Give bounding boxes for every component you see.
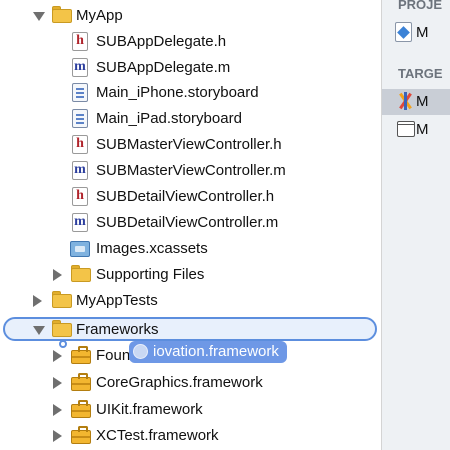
group-row-frameworks[interactable]: Frameworks <box>0 317 381 342</box>
framework-row[interactable]: UIKit.framework <box>0 397 381 422</box>
app-target-icon <box>396 92 416 110</box>
row-label: SUBMasterViewController.m <box>96 162 286 179</box>
section-heading-project: PROJE <box>398 0 443 12</box>
target-item-tests[interactable]: M <box>382 117 450 143</box>
disclosure-collapsed-icon[interactable] <box>53 350 62 362</box>
drag-label: iovation.framework <box>153 343 279 360</box>
framework-row[interactable]: CoreGraphics.framework <box>0 370 381 395</box>
file-row[interactable]: h SUBMasterViewController.h <box>0 132 381 157</box>
file-row[interactable]: m SUBAppDelegate.m <box>0 55 381 80</box>
project-file-icon <box>395 22 412 42</box>
file-row[interactable]: Main_iPhone.storyboard <box>0 80 381 105</box>
row-label: Supporting Files <box>96 266 205 283</box>
framework-icon <box>71 426 91 444</box>
folder-icon <box>52 6 72 24</box>
row-label: Images.xcassets <box>96 240 208 257</box>
row-label: SUBDetailViewController.h <box>96 188 275 205</box>
disclosure-expanded-icon[interactable] <box>33 12 45 21</box>
storyboard-file-icon <box>71 83 89 102</box>
row-label: SUBAppDelegate.h <box>96 33 227 50</box>
framework-icon <box>71 373 91 391</box>
row-label: SUBDetailViewController.m <box>96 214 279 231</box>
implementation-file-icon: m <box>71 161 89 180</box>
framework-icon <box>71 400 91 418</box>
file-row[interactable]: h SUBAppDelegate.h <box>0 29 381 54</box>
file-row[interactable]: m SUBDetailViewController.m <box>0 210 381 235</box>
target-item-app[interactable]: M <box>382 89 450 115</box>
row-label: SUBAppDelegate.m <box>96 59 231 76</box>
disclosure-collapsed-icon[interactable] <box>33 295 42 307</box>
folder-icon <box>71 265 91 283</box>
disclosure-collapsed-icon[interactable] <box>53 377 62 389</box>
row-label: CoreGraphics.framework <box>96 374 263 391</box>
group-row-myapptests[interactable]: MyAppTests <box>0 288 381 313</box>
drop-indicator-icon <box>59 340 67 348</box>
group-row-myapp[interactable]: MyApp <box>0 3 381 28</box>
project-editor-sidebar: PROJE M TARGE M M <box>382 0 450 450</box>
header-file-icon: h <box>71 187 89 206</box>
row-label: MyApp <box>76 7 123 24</box>
framework-drag-icon <box>133 344 148 359</box>
test-target-icon <box>397 121 415 137</box>
row-label: Frameworks <box>76 321 159 338</box>
disclosure-collapsed-icon[interactable] <box>53 430 62 442</box>
implementation-file-icon: m <box>71 213 89 232</box>
disclosure-expanded-icon[interactable] <box>33 326 45 335</box>
target-item-label: M <box>416 121 429 138</box>
framework-icon <box>71 346 91 364</box>
project-navigator: MyApp h SUBAppDelegate.h m SUBAppDelegat… <box>0 0 381 450</box>
section-heading-targets: TARGE <box>398 66 443 81</box>
folder-icon <box>52 320 72 338</box>
framework-row[interactable]: XCTest.framework <box>0 423 381 448</box>
implementation-file-icon: m <box>71 58 89 77</box>
header-file-icon: h <box>71 32 89 51</box>
file-row[interactable]: Main_iPad.storyboard <box>0 106 381 131</box>
target-item-label: M <box>416 93 429 110</box>
project-item[interactable]: M <box>382 20 450 46</box>
disclosure-collapsed-icon[interactable] <box>53 404 62 416</box>
file-row[interactable]: m SUBMasterViewController.m <box>0 158 381 183</box>
row-label: SUBMasterViewController.h <box>96 136 282 153</box>
file-row[interactable]: h SUBDetailViewController.h <box>0 184 381 209</box>
header-file-icon: h <box>71 135 89 154</box>
disclosure-collapsed-icon[interactable] <box>53 269 62 281</box>
project-item-label: M <box>416 24 429 41</box>
folder-icon <box>52 291 72 309</box>
row-label: Main_iPad.storyboard <box>96 110 242 127</box>
file-row[interactable]: Images.xcassets <box>0 236 381 261</box>
row-label: XCTest.framework <box>96 427 219 444</box>
asset-catalog-icon <box>70 239 90 257</box>
drag-preview[interactable]: iovation.framework <box>129 341 287 363</box>
group-row-supporting-files[interactable]: Supporting Files <box>0 262 381 287</box>
row-label: MyAppTests <box>76 292 158 309</box>
row-label: Main_iPhone.storyboard <box>96 84 259 101</box>
storyboard-file-icon <box>71 109 89 128</box>
row-label: UIKit.framework <box>96 401 203 418</box>
